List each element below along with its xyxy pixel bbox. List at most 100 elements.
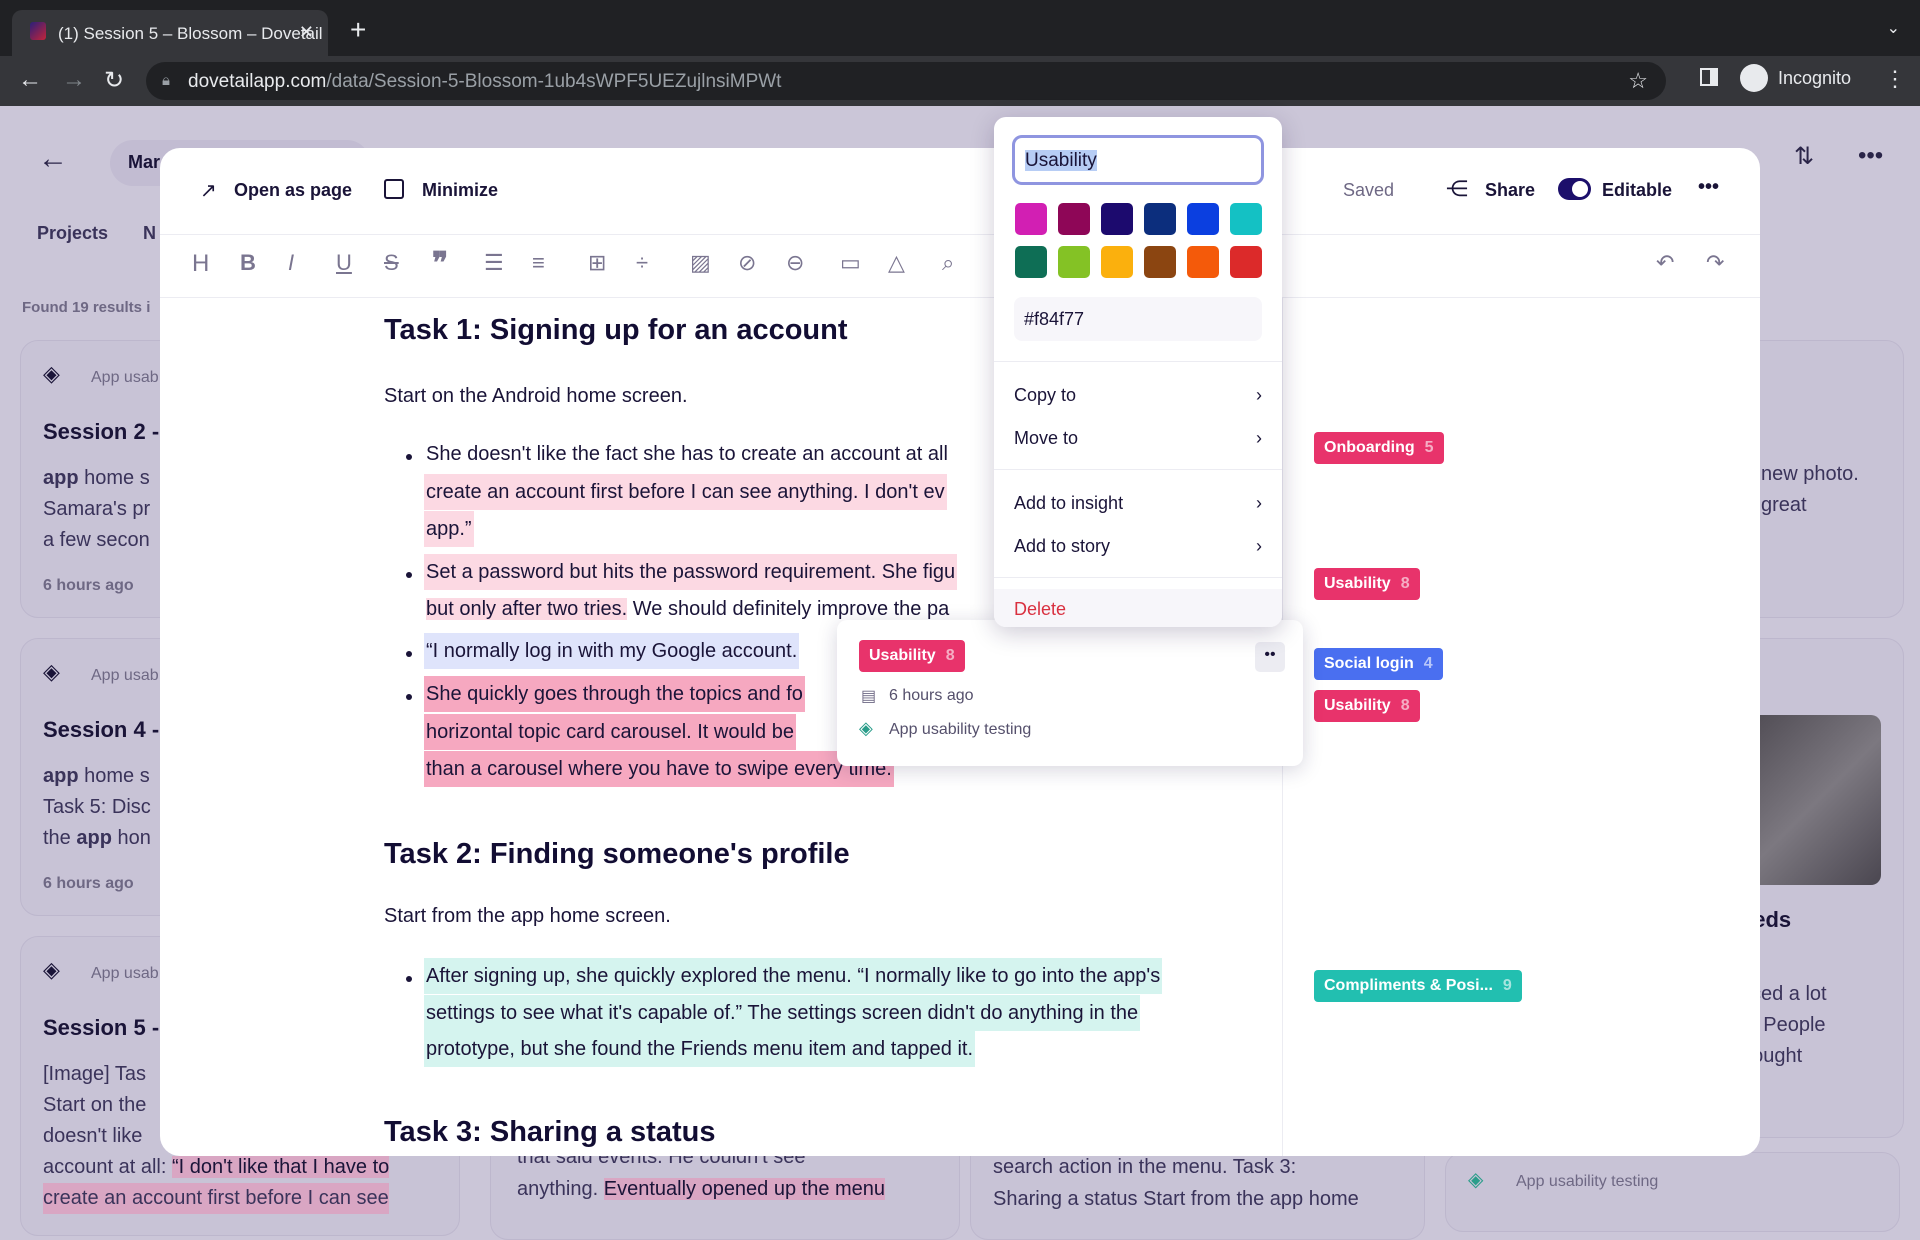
color-swatch[interactable]	[1187, 246, 1219, 278]
paragraph[interactable]: Start on the Android home screen.	[382, 378, 690, 414]
highlight-compliments[interactable]: After signing up, she quickly explored t…	[424, 958, 1163, 994]
incognito-indicator[interactable]: Incognito	[1740, 64, 1851, 92]
project-icon: ◈	[859, 718, 873, 738]
share-button[interactable]: Share	[1485, 180, 1535, 201]
tag-count: 9	[1502, 977, 1512, 994]
quote-icon[interactable]: ❞	[432, 246, 448, 281]
color-swatch[interactable]	[1230, 246, 1262, 278]
color-swatch[interactable]	[1187, 203, 1219, 235]
highlight-onboarding[interactable]: create an account first before I can see…	[424, 474, 947, 510]
underline-icon[interactable]: U	[336, 250, 352, 276]
card-line: Sharing a status Start from the app home	[993, 1188, 1359, 1210]
tag-edit-popover: Usability #f84f77 Copy to › Move to › Add …	[994, 117, 1282, 627]
modal-more-icon[interactable]: •••	[1698, 176, 1719, 199]
redo-icon[interactable]: ↷	[1706, 250, 1724, 276]
url-input[interactable]: 🔒︎ dovetailapp.com/data/Session-5-Blosso…	[146, 62, 1666, 100]
paragraph-line[interactable]: We should definitely improve the pa	[627, 598, 949, 620]
bold-icon[interactable]: B	[240, 250, 256, 276]
color-swatch[interactable]	[1101, 203, 1133, 235]
editable-toggle[interactable]	[1558, 178, 1591, 200]
side-panel-icon[interactable]	[1700, 68, 1718, 86]
calendar-icon: ▤	[861, 688, 877, 705]
menu-add-to-insight[interactable]: Add to insight ›	[1014, 493, 1262, 514]
color-swatch[interactable]	[1058, 203, 1090, 235]
card-line: new photo.	[1761, 463, 1859, 485]
tag-project[interactable]: App usability testing	[889, 721, 1031, 739]
color-swatch[interactable]	[1144, 246, 1176, 278]
back-icon[interactable]: ←	[18, 66, 42, 94]
highlight-compliments[interactable]: prototype, but she found the Friends men…	[424, 1031, 976, 1067]
highlight-onboarding[interactable]: app.”	[424, 511, 474, 547]
find-replace-icon[interactable]: ⌕	[942, 250, 954, 276]
table-icon[interactable]: ⊞	[588, 250, 606, 276]
numbered-list-icon[interactable]: ≡	[532, 250, 545, 276]
hex-color-input[interactable]: #f84f77	[1014, 297, 1262, 341]
minimize-button[interactable]: Minimize	[422, 180, 498, 201]
color-swatch[interactable]	[1058, 246, 1090, 278]
chevron-right-icon: ›	[1256, 536, 1262, 556]
highlight-compliments[interactable]: settings to see what it's capable of.” T…	[424, 995, 1141, 1031]
strikethrough-icon[interactable]: S	[384, 250, 399, 276]
nav-item[interactable]: N	[143, 223, 156, 244]
menu-copy-to[interactable]: Copy to ›	[1014, 385, 1262, 406]
nav-projects[interactable]: Projects	[37, 223, 108, 244]
tag-count: 8	[945, 647, 955, 664]
chevron-right-icon: ›	[1256, 428, 1262, 448]
drive-icon[interactable]: △	[888, 250, 905, 276]
bullet	[406, 572, 412, 578]
sort-icon[interactable]: ⇅	[1794, 142, 1814, 171]
bullet	[406, 454, 412, 460]
paragraph[interactable]: Start from the app home screen.	[382, 898, 673, 934]
tag-usability[interactable]: Usability 8	[1314, 690, 1420, 722]
undo-icon[interactable]: ↶	[1656, 250, 1674, 276]
result-card[interactable]: ◈ App usability testing	[1445, 1152, 1900, 1232]
open-as-page-button[interactable]: Open as page	[234, 180, 352, 201]
reload-icon[interactable]: ↻	[104, 66, 124, 95]
page-back-icon[interactable]: ←	[38, 142, 68, 176]
card-keyword: app	[43, 765, 79, 787]
color-swatch[interactable]	[1230, 203, 1262, 235]
bullet-list-icon[interactable]: ☰	[484, 250, 504, 276]
paragraph-line[interactable]: She doesn't like the fact she has to cre…	[424, 436, 950, 472]
highlight-usability[interactable]: than a carousel where you have to swipe …	[424, 751, 894, 787]
image-icon[interactable]: ▨	[690, 250, 711, 276]
tab-search-icon[interactable]: ⌄	[1887, 18, 1900, 38]
tag-social-login[interactable]: Social login 4	[1314, 648, 1443, 680]
forward-icon[interactable]: →	[62, 66, 86, 94]
card-project: App usab	[91, 965, 159, 982]
highlight-social-login[interactable]: “I normally log in with my Google accoun…	[424, 633, 800, 669]
highlight-usability[interactable]: horizontal topic card carousel. It would…	[424, 714, 796, 750]
color-swatch[interactable]	[1144, 203, 1176, 235]
project-icon: ◈	[1468, 1169, 1484, 1191]
delete-button[interactable]: Delete	[994, 589, 1282, 627]
menu-move-to[interactable]: Move to ›	[1014, 428, 1262, 449]
new-tab-button[interactable]: +	[350, 14, 366, 46]
menu-add-to-story[interactable]: Add to story ›	[1014, 536, 1262, 557]
usability-tag[interactable]: Usability 8	[859, 640, 965, 672]
italic-icon[interactable]: I	[288, 250, 294, 276]
highlight-usability[interactable]: but only after two tries.	[426, 598, 628, 620]
highlight-usability[interactable]: She quickly goes through the topics and …	[424, 676, 805, 712]
tag-label: Compliments & Posi...	[1324, 977, 1493, 994]
color-swatch[interactable]	[1015, 203, 1047, 235]
tag-compliments-posi-[interactable]: Compliments & Posi... 9	[1314, 970, 1522, 1002]
close-tab-icon[interactable]: ✕	[299, 22, 314, 43]
link-icon[interactable]: ⊘	[738, 250, 756, 276]
heading-icon[interactable]: H	[192, 250, 209, 278]
card-line: great	[1761, 494, 1807, 516]
more-icon[interactable]: •••	[1858, 142, 1883, 170]
video-icon[interactable]: ▭	[840, 250, 861, 276]
card-project: App usab	[91, 667, 159, 684]
chrome-menu-icon[interactable]: ⋮	[1884, 66, 1906, 92]
tag-onboarding[interactable]: Onboarding 5	[1314, 432, 1444, 464]
tag-usability[interactable]: Usability 8	[1314, 568, 1420, 600]
divider-icon[interactable]: ÷	[636, 250, 648, 276]
tag-more-button[interactable]: ••	[1255, 642, 1285, 672]
browser-tab[interactable]: (1) Session 5 – Blossom – Dovetail ✕	[12, 10, 328, 56]
color-swatch[interactable]	[1015, 246, 1047, 278]
color-swatch[interactable]	[1101, 246, 1133, 278]
highlight-usability[interactable]: Set a password but hits the password req…	[424, 554, 958, 590]
bookmark-star-icon[interactable]: ☆	[1628, 68, 1648, 94]
tag-name-input[interactable]: Usability	[1012, 135, 1264, 185]
unlink-icon[interactable]: ⊖	[786, 250, 804, 276]
